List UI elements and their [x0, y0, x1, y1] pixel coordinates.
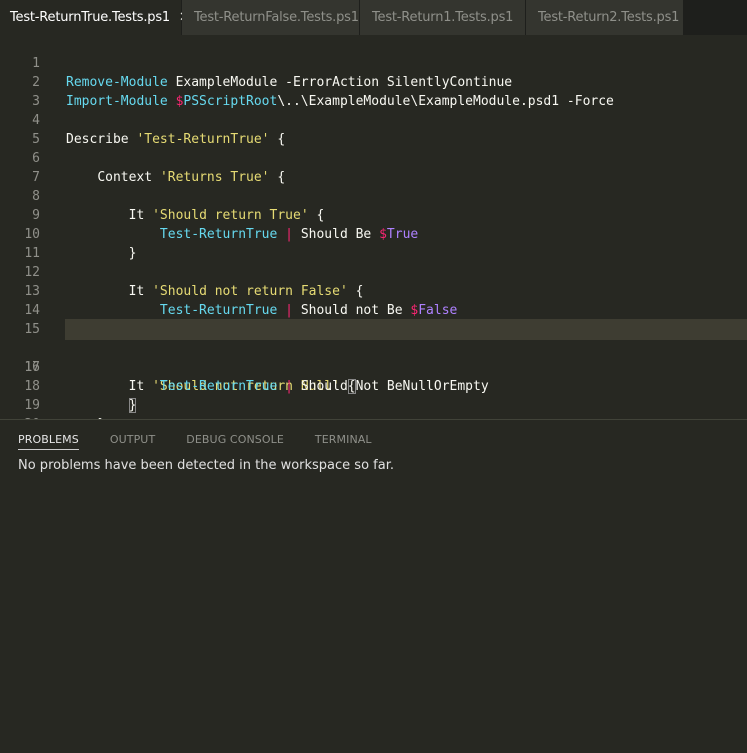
code-line[interactable]: 19 } [0, 377, 747, 419]
tab-label: Test-Return2.Tests.ps1 [538, 10, 680, 25]
code-line[interactable]: 5 [0, 111, 747, 147]
tab-label: Test-Return1.Tests.ps1 [372, 10, 514, 25]
code-line[interactable]: 10 } [0, 206, 747, 261]
code-line[interactable]: 3 [0, 73, 747, 109]
panel-tab-bar: PROBLEMS OUTPUT DEBUG CONSOLE TERMINAL [18, 433, 403, 450]
tab-debug-console[interactable]: DEBUG CONSOLE [186, 433, 284, 450]
code-line[interactable]: 15 [0, 301, 747, 337]
tab-test-return1[interactable]: Test-Return1.Tests.ps1 [360, 0, 526, 35]
code-line[interactable]: 7 [0, 149, 747, 185]
code-line[interactable]: 9 Test-ReturnTrue | Should Be $True [0, 187, 747, 242]
code-line[interactable]: 18 } [0, 358, 747, 413]
code-line[interactable]: 1 Remove-Module ExampleModule -ErrorActi… [0, 35, 747, 90]
tab-test-returntrue[interactable]: Test-ReturnTrue.Tests.ps1 ✕ [0, 0, 190, 35]
code-line[interactable]: 17 Test-ReturnTrue | Should Not BeNullOr… [0, 339, 747, 394]
bottom-panel: PROBLEMS OUTPUT DEBUG CONSOLE TERMINAL N… [0, 419, 747, 753]
code-line[interactable]: 11 [0, 225, 747, 261]
code-line[interactable]: 13 Test-ReturnTrue | Should not Be $Fals… [0, 263, 747, 318]
tab-problems[interactable]: PROBLEMS [18, 433, 79, 450]
tab-output[interactable]: OUTPUT [110, 433, 155, 450]
code-line[interactable]: 8 It 'Should return True' { [0, 168, 747, 223]
tab-label: Test-ReturnFalse.Tests.ps1 [194, 10, 359, 25]
code-line[interactable]: 12 It 'Should not return False' { [0, 244, 747, 299]
code-line[interactable]: 4 Describe 'Test-ReturnTrue' { [0, 92, 747, 147]
tab-bar-empty-area [684, 0, 747, 35]
code-line-current[interactable]: 16 It 'Should not return Null' { [0, 319, 747, 394]
current-line-highlight [65, 319, 747, 340]
code-line[interactable]: 6 Context 'Returns True' { [0, 130, 747, 185]
tab-terminal[interactable]: TERMINAL [315, 433, 372, 450]
code-line[interactable]: 2 Import-Module $PSScriptRoot\..\Example… [0, 54, 747, 109]
problems-message: No problems have been detected in the wo… [18, 458, 394, 473]
tab-test-returnfalse[interactable]: Test-ReturnFalse.Tests.ps1 [182, 0, 360, 35]
code-line[interactable]: 14 } [0, 282, 747, 337]
tab-label: Test-ReturnTrue.Tests.ps1 [10, 10, 170, 25]
code-editor[interactable]: 1 Remove-Module ExampleModule -ErrorActi… [0, 35, 747, 419]
tab-test-return2[interactable]: Test-Return2.Tests.ps1 [526, 0, 684, 35]
code-line[interactable]: 20 } [0, 396, 747, 419]
editor-tab-bar: Test-ReturnTrue.Tests.ps1 ✕ Test-ReturnF… [0, 0, 747, 35]
